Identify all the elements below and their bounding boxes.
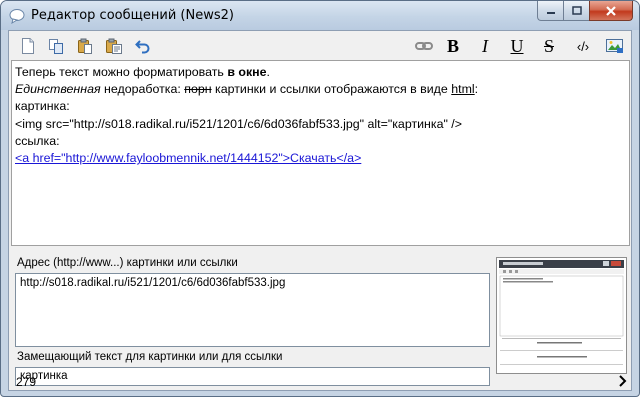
undo-button[interactable] xyxy=(133,36,153,56)
editor-line: <img src="http://s018.radikal.ru/i521/12… xyxy=(15,116,462,131)
maximize-icon xyxy=(571,5,582,15)
speech-bubble-icon xyxy=(9,8,25,25)
url-label: Адрес (http://www...) картинки или ссылк… xyxy=(17,257,238,269)
editor-strike-text: порн xyxy=(184,82,212,97)
expand-arrow-button[interactable] xyxy=(618,375,628,387)
copy-icon xyxy=(49,39,63,54)
editor-line: ссылка: xyxy=(15,133,60,148)
editor-link-line[interactable]: <a href="http://www.fayloobmennik.net/14… xyxy=(15,150,626,167)
italic-icon: I xyxy=(482,35,488,56)
url-input[interactable]: http://s018.radikal.ru/i521/1201/c6/6d03… xyxy=(15,273,490,347)
new-document-button[interactable] xyxy=(18,36,38,56)
toolbar: B I U S ‹/› xyxy=(9,31,631,60)
chevron-right-icon xyxy=(619,375,627,387)
close-icon xyxy=(606,5,616,16)
tag-icon: ‹/› xyxy=(576,38,590,54)
copy-button[interactable] xyxy=(46,36,66,56)
link-icon xyxy=(415,42,433,50)
strikethrough-button[interactable]: S xyxy=(539,36,559,56)
minimize-button[interactable] xyxy=(537,1,563,21)
alt-text-label: Замещающий текст для картинки или для сс… xyxy=(17,351,283,363)
editor-underline-text: html xyxy=(451,82,475,97)
editor-text: картинки и ссылки отображаются в виде xyxy=(211,82,452,97)
undo-icon xyxy=(135,40,150,54)
paste-button[interactable] xyxy=(75,36,95,56)
alt-text-input[interactable]: картинка xyxy=(15,367,490,386)
minimize-icon xyxy=(546,11,555,14)
editor-text: . xyxy=(266,65,270,79)
character-count: 279 xyxy=(16,375,37,389)
paste-icon xyxy=(78,38,92,54)
bottom-panel: Адрес (http://www...) картинки или ссылк… xyxy=(11,251,630,391)
close-button[interactable] xyxy=(589,1,633,21)
screenshot-thumbnail-icon xyxy=(497,258,626,373)
editor-line: картинка: xyxy=(15,99,70,114)
image-preview xyxy=(496,257,627,374)
title-bar[interactable]: Редактор сообщений (News2) xyxy=(1,1,639,30)
window-title: Редактор сообщений (News2) xyxy=(31,8,234,23)
caption-buttons xyxy=(537,1,633,21)
editor-text: Теперь текст можно форматировать xyxy=(15,65,228,79)
insert-image-icon xyxy=(606,39,623,53)
editor-italic-text: Единственная xyxy=(15,82,101,97)
maximize-button[interactable] xyxy=(563,1,589,21)
bold-icon: B xyxy=(446,35,459,56)
bold-button[interactable]: B xyxy=(443,36,463,56)
editor-text: : xyxy=(474,82,479,97)
editor-window: Редактор сообщений (News2) B I U S ‹/› Т… xyxy=(0,0,640,397)
underline-icon: U xyxy=(510,35,524,56)
tag-button[interactable]: ‹/› xyxy=(571,36,595,56)
message-editor[interactable]: Теперь текст можно форматировать в окне.… xyxy=(11,60,630,246)
new-document-icon xyxy=(22,38,34,54)
insert-link-button[interactable] xyxy=(414,36,434,56)
italic-button[interactable]: I xyxy=(475,36,495,56)
paste-special-icon xyxy=(106,38,122,54)
client-area: B I U S ‹/› Теперь текст можно форматиро… xyxy=(8,30,632,391)
editor-line: Теперь текст можно форматировать в окне. xyxy=(15,64,626,81)
underline-button[interactable]: U xyxy=(507,36,527,56)
editor-line: Единственная недоработка: порн картинки … xyxy=(15,81,626,98)
paste-special-button[interactable] xyxy=(104,36,124,56)
insert-image-button[interactable] xyxy=(605,36,625,56)
editor-bold-text: в окне xyxy=(227,65,267,79)
editor-text: недоработка: xyxy=(100,82,185,97)
strikethrough-icon: S xyxy=(543,35,554,56)
